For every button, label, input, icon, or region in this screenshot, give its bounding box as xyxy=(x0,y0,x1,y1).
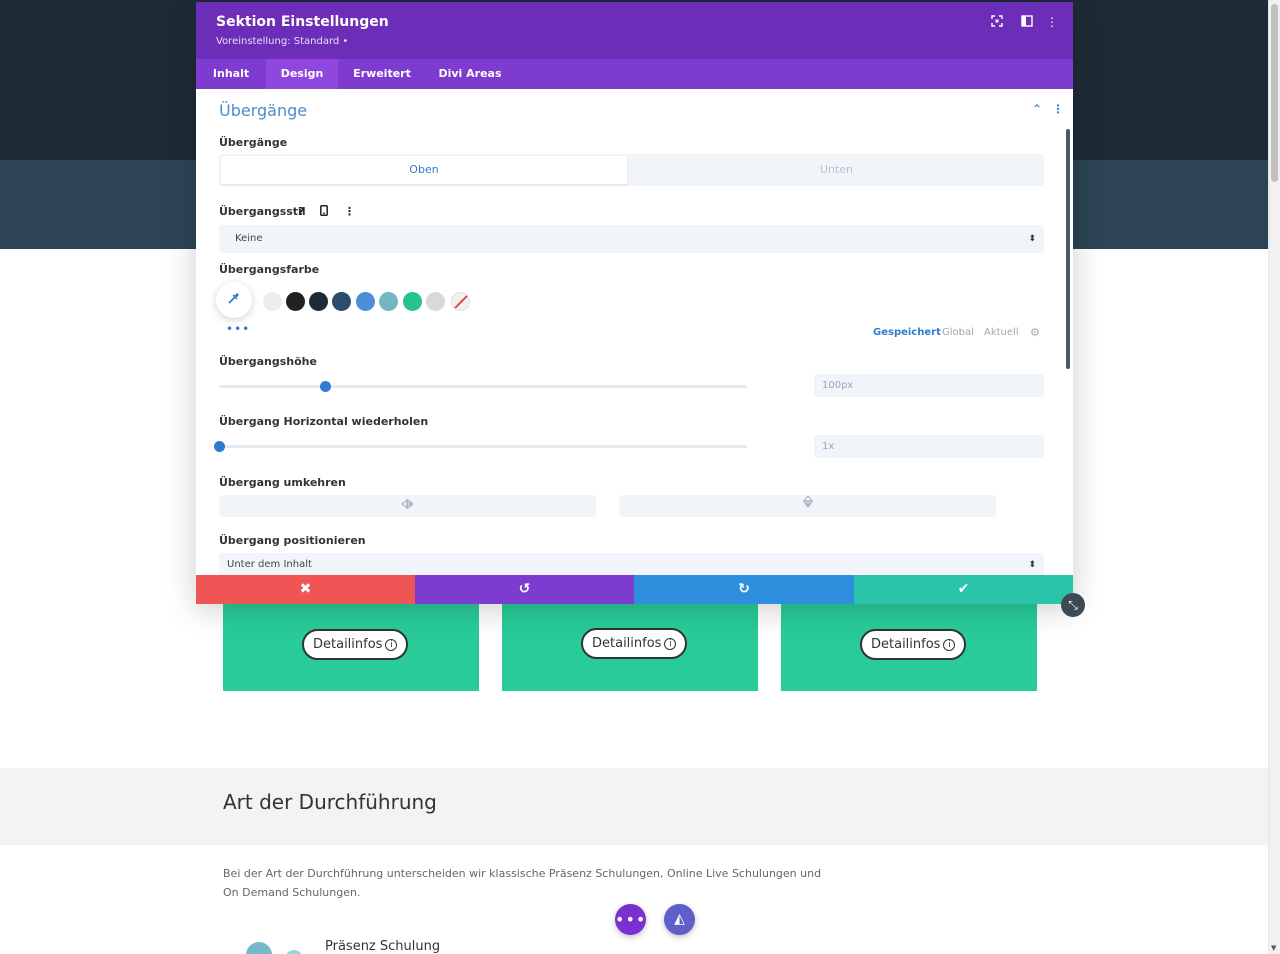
more-colors-button[interactable]: ••• xyxy=(226,322,250,336)
info-icon: i xyxy=(664,638,677,650)
select-value: Unter dem Inhalt xyxy=(227,559,312,570)
flip-horizontal-button[interactable] xyxy=(219,495,596,517)
split-view-icon[interactable] xyxy=(1020,15,1034,29)
color-swatch[interactable] xyxy=(379,292,398,311)
info-icon: i xyxy=(385,639,398,651)
select-arrow-icon: ⬍ xyxy=(1028,234,1036,244)
color-swatch[interactable] xyxy=(309,292,328,311)
section-settings-modal: Sektion Einstellungen Voreinstellung: St… xyxy=(196,2,1073,604)
detailinfos-label: Detailinfos xyxy=(313,637,383,652)
tab-design[interactable]: Design xyxy=(266,59,338,89)
decorative-circle xyxy=(285,950,303,954)
redo-button[interactable]: ↻ xyxy=(634,575,854,604)
color-swatch[interactable] xyxy=(286,292,305,311)
page-scrollbar[interactable]: ▼ xyxy=(1268,0,1280,954)
option-oben[interactable]: Oben xyxy=(221,156,627,184)
performance-button[interactable]: ◭ xyxy=(664,904,695,935)
flip-horizontal-icon xyxy=(400,498,415,512)
height-input[interactable]: 100px xyxy=(814,374,1044,397)
fullscreen-icon[interactable] xyxy=(990,15,1004,29)
cancel-button[interactable]: ✖ xyxy=(196,575,415,604)
course-card: Detailinfos i xyxy=(223,604,479,691)
scroll-down-icon[interactable]: ▼ xyxy=(1271,944,1276,952)
save-button[interactable]: ✔ xyxy=(854,575,1073,604)
field-label: Übergang umkehren xyxy=(219,476,346,489)
tab-divi-areas[interactable]: Divi Areas xyxy=(426,59,514,89)
option-unten[interactable]: Unten xyxy=(631,156,1042,184)
flip-vertical-icon xyxy=(802,495,813,512)
gear-icon[interactable]: ⚙ xyxy=(1030,326,1040,339)
modal-tabs: Inhalt Design Erweitert Divi Areas xyxy=(196,59,1073,89)
flip-vertical-button[interactable] xyxy=(619,495,996,517)
toggle-title[interactable]: Übergänge xyxy=(219,101,307,120)
eyedropper-icon[interactable] xyxy=(216,282,252,318)
help-icon[interactable]: ? xyxy=(298,205,304,218)
settings-scrollbar[interactable] xyxy=(1066,129,1070,369)
detailinfos-button[interactable]: Detailinfos i xyxy=(302,629,409,660)
repeat-slider[interactable] xyxy=(214,441,747,452)
field-label: Übergangshöhe xyxy=(219,355,317,368)
modal-header[interactable]: Sektion Einstellungen Voreinstellung: St… xyxy=(196,2,1073,59)
modal-footer: ✖ ↺ ↻ ✔ xyxy=(196,575,1073,604)
color-swatch[interactable] xyxy=(403,292,422,311)
color-swatch[interactable] xyxy=(263,292,282,311)
modal-body: Übergänge ⌃ ⋮ Übergänge Oben Unten Überg… xyxy=(196,89,1073,575)
resize-handle-icon[interactable]: ⤡ xyxy=(1061,593,1085,617)
detailinfos-label: Detailinfos xyxy=(592,636,662,651)
more-vertical-icon[interactable]: ⋮ xyxy=(1052,102,1064,116)
palette-tab-global[interactable]: Global xyxy=(942,327,974,338)
page: Detailinfos i Detailinfos i Detailinfos i A… xyxy=(0,0,1280,954)
course-card: Detailinfos i xyxy=(781,604,1037,691)
more-vertical-icon[interactable]: ⋮ xyxy=(344,205,355,218)
field-label: Übergangsfarbe xyxy=(219,263,320,276)
course-card: Detailinfos i xyxy=(502,604,758,691)
height-slider[interactable] xyxy=(219,381,747,392)
decorative-circle xyxy=(246,942,272,954)
section-heading: Art der Durchführung xyxy=(223,790,437,814)
modal-title: Sektion Einstellungen xyxy=(216,14,389,30)
info-icon: i xyxy=(943,639,956,651)
palette-tab-aktuell[interactable]: Aktuell xyxy=(984,327,1019,338)
more-vertical-icon[interactable]: ⋮ xyxy=(1045,15,1059,29)
tab-inhalt[interactable]: Inhalt xyxy=(196,59,266,89)
preset-selector[interactable]: Voreinstellung: Standard • xyxy=(216,36,348,47)
color-swatch[interactable] xyxy=(426,292,445,311)
field-label: Übergang positionieren xyxy=(219,534,366,547)
subheading: Präsenz Schulung xyxy=(325,939,441,954)
field-label: Übergangsstil xyxy=(219,205,306,218)
mobile-icon[interactable] xyxy=(320,205,328,219)
undo-button[interactable]: ↺ xyxy=(415,575,634,604)
divider-position-toggle: Oben Unten xyxy=(219,154,1044,186)
repeat-input[interactable]: 1x xyxy=(814,435,1044,458)
field-label: Übergang Horizontal wiederholen xyxy=(219,415,429,428)
chevron-up-icon[interactable]: ⌃ xyxy=(1032,102,1042,116)
no-color-swatch[interactable] xyxy=(451,292,470,311)
divider-arrangement-select[interactable]: Unter dem Inhalt ⬍ xyxy=(219,553,1044,575)
section-heading-band xyxy=(0,768,1268,845)
tab-erweitert[interactable]: Erweitert xyxy=(338,59,426,89)
color-swatch[interactable] xyxy=(356,292,375,311)
scrollbar-thumb[interactable] xyxy=(1271,4,1278,182)
palette-tab-gespeichert[interactable]: Gespeichert xyxy=(873,327,941,338)
section-paragraph: Bei der Art der Durchführung unterscheid… xyxy=(223,867,822,899)
field-label: Übergänge xyxy=(219,136,288,149)
slider-thumb[interactable] xyxy=(319,381,331,392)
color-swatch[interactable] xyxy=(332,292,351,311)
slider-thumb[interactable] xyxy=(214,441,225,452)
select-arrow-icon: ⬍ xyxy=(1028,560,1036,570)
detailinfos-button[interactable]: Detailinfos i xyxy=(860,629,967,660)
select-value: Keine xyxy=(235,233,263,244)
detailinfos-label: Detailinfos xyxy=(871,637,941,652)
divider-style-select[interactable]: Keine ⬍ xyxy=(219,225,1044,253)
builder-menu-button[interactable]: ••• xyxy=(615,904,646,935)
detailinfos-button[interactable]: Detailinfos i xyxy=(581,628,688,659)
